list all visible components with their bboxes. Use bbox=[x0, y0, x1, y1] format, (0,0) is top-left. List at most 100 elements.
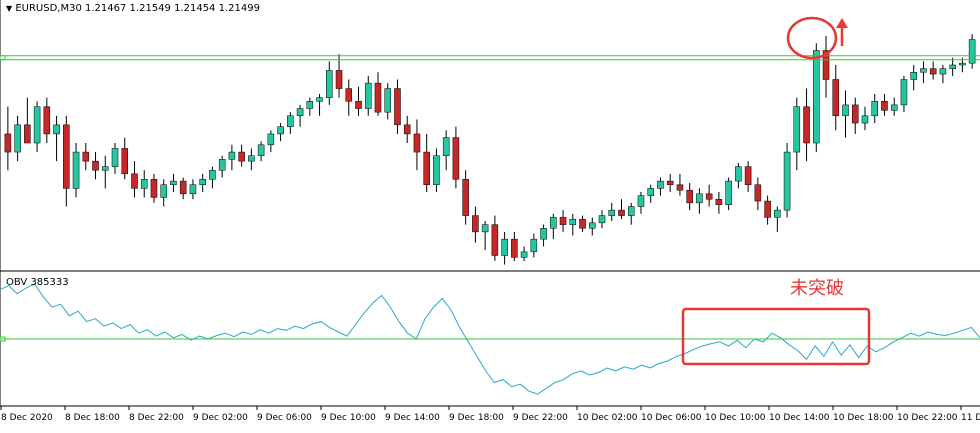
candle-body bbox=[608, 209, 616, 216]
candle-body bbox=[335, 70, 343, 89]
candle-body bbox=[364, 82, 372, 109]
candle-body bbox=[696, 193, 703, 204]
candle-body bbox=[199, 179, 206, 185]
candle-body bbox=[744, 166, 752, 185]
candle-body bbox=[842, 104, 849, 117]
candle-body bbox=[676, 184, 684, 191]
candle-body bbox=[326, 70, 333, 98]
candle-body bbox=[735, 166, 742, 182]
candle-body bbox=[939, 68, 947, 75]
candle-body bbox=[491, 224, 499, 256]
candle-body bbox=[413, 133, 421, 153]
time-tick-label: 9 Dec 06:00 bbox=[257, 413, 312, 423]
candle-body bbox=[462, 179, 469, 216]
candle-body bbox=[627, 206, 635, 216]
candle-body bbox=[209, 169, 216, 180]
candle-body bbox=[725, 180, 732, 205]
candle-body bbox=[277, 126, 284, 135]
candle-body bbox=[24, 124, 31, 144]
candle-body bbox=[803, 106, 810, 144]
candle-body bbox=[374, 82, 382, 113]
candle-body bbox=[959, 62, 966, 66]
candle-body bbox=[481, 224, 489, 233]
candle-body bbox=[511, 238, 518, 258]
candle-body bbox=[861, 115, 869, 124]
candle-body bbox=[764, 200, 771, 218]
candle-body bbox=[189, 184, 197, 195]
candle-body bbox=[666, 180, 674, 185]
candle-body bbox=[306, 101, 314, 109]
candle-body bbox=[949, 64, 956, 69]
candle-body bbox=[783, 151, 791, 211]
candle-body bbox=[355, 101, 362, 109]
candle-body bbox=[686, 189, 693, 204]
candle-body bbox=[218, 159, 226, 171]
candle-body bbox=[890, 104, 898, 111]
candle-body bbox=[53, 124, 60, 135]
candle-body bbox=[472, 215, 479, 233]
candle-body bbox=[33, 106, 41, 144]
time-tick-label: 9 Dec 10:00 bbox=[321, 413, 376, 423]
chart-window: 8 Dec 2020 8 Dec 18:00 8 Dec 22:00 9 Dec 02… bbox=[0, 0, 980, 429]
annotation-note: 未突破 bbox=[790, 278, 844, 299]
time-tick-label: 10 Dec 18:00 bbox=[833, 413, 894, 423]
candle-body bbox=[92, 160, 99, 171]
candle-body bbox=[715, 198, 723, 205]
candle-body bbox=[150, 179, 158, 198]
time-tick-label: 8 Dec 22:00 bbox=[129, 413, 184, 423]
candle-body bbox=[287, 115, 294, 127]
time-tick-label: 10 Dec 14:00 bbox=[769, 413, 830, 423]
candle-body bbox=[345, 88, 353, 102]
candle-body bbox=[618, 209, 625, 216]
time-tick-label: 9 Dec 14:00 bbox=[385, 413, 440, 423]
candle-body bbox=[569, 218, 577, 225]
candle-body bbox=[442, 137, 450, 156]
candle-body bbox=[851, 104, 859, 124]
candle-body bbox=[433, 155, 440, 185]
candle-body bbox=[920, 68, 927, 73]
candle-body bbox=[111, 148, 119, 167]
candle-body bbox=[14, 124, 21, 153]
candle-body bbox=[102, 166, 109, 171]
candle-body bbox=[871, 101, 878, 117]
candle-body bbox=[881, 101, 888, 111]
candle-body bbox=[296, 108, 304, 117]
candle-body bbox=[160, 184, 167, 198]
candle-body bbox=[559, 217, 567, 225]
time-tick-label: 11 D bbox=[961, 413, 980, 423]
candle-body bbox=[43, 106, 51, 135]
chart-canvas[interactable]: 8 Dec 2020 8 Dec 18:00 8 Dec 22:00 9 Dec 02… bbox=[0, 0, 980, 429]
symbol-line: EURUSD,M30 1.21467 1.21549 1.21454 1.214… bbox=[15, 3, 260, 14]
candle-body bbox=[501, 238, 508, 256]
candle-body bbox=[550, 217, 557, 229]
symbol-header: ▼ EURUSD,M30 1.21467 1.21549 1.21454 1.2… bbox=[6, 3, 260, 14]
candle-body bbox=[238, 151, 245, 162]
time-tick-label: 9 Dec 02:00 bbox=[193, 413, 248, 423]
candle-body bbox=[131, 173, 138, 189]
candle-body bbox=[589, 222, 596, 229]
candle-body bbox=[403, 124, 411, 135]
obv-header: OBV 385333 bbox=[6, 277, 69, 288]
candle-body bbox=[598, 215, 606, 224]
candle-body bbox=[82, 151, 90, 162]
time-tick-label: 9 Dec 22:00 bbox=[513, 413, 568, 423]
candle-body bbox=[910, 71, 917, 80]
time-tick-label: 9 Dec 18:00 bbox=[449, 413, 504, 423]
candle-body bbox=[257, 144, 265, 156]
candle-body bbox=[754, 184, 762, 202]
candle-body bbox=[267, 133, 275, 146]
candle-body bbox=[813, 50, 820, 144]
candle-body bbox=[179, 180, 187, 195]
time-tick-label: 8 Dec 2020 bbox=[1, 413, 53, 423]
candle-body bbox=[900, 79, 908, 106]
candle-body bbox=[520, 251, 528, 258]
time-tick-label: 8 Dec 18:00 bbox=[65, 413, 120, 423]
candle-body bbox=[121, 148, 129, 175]
candle-body bbox=[140, 179, 148, 189]
candle-body bbox=[4, 133, 12, 153]
candle-body bbox=[657, 180, 664, 189]
candle-body bbox=[530, 238, 538, 253]
dropdown-triangle-icon[interactable]: ▼ bbox=[6, 4, 12, 13]
candle-body bbox=[637, 195, 645, 207]
time-tick-label: 10 Dec 10:00 bbox=[705, 413, 766, 423]
